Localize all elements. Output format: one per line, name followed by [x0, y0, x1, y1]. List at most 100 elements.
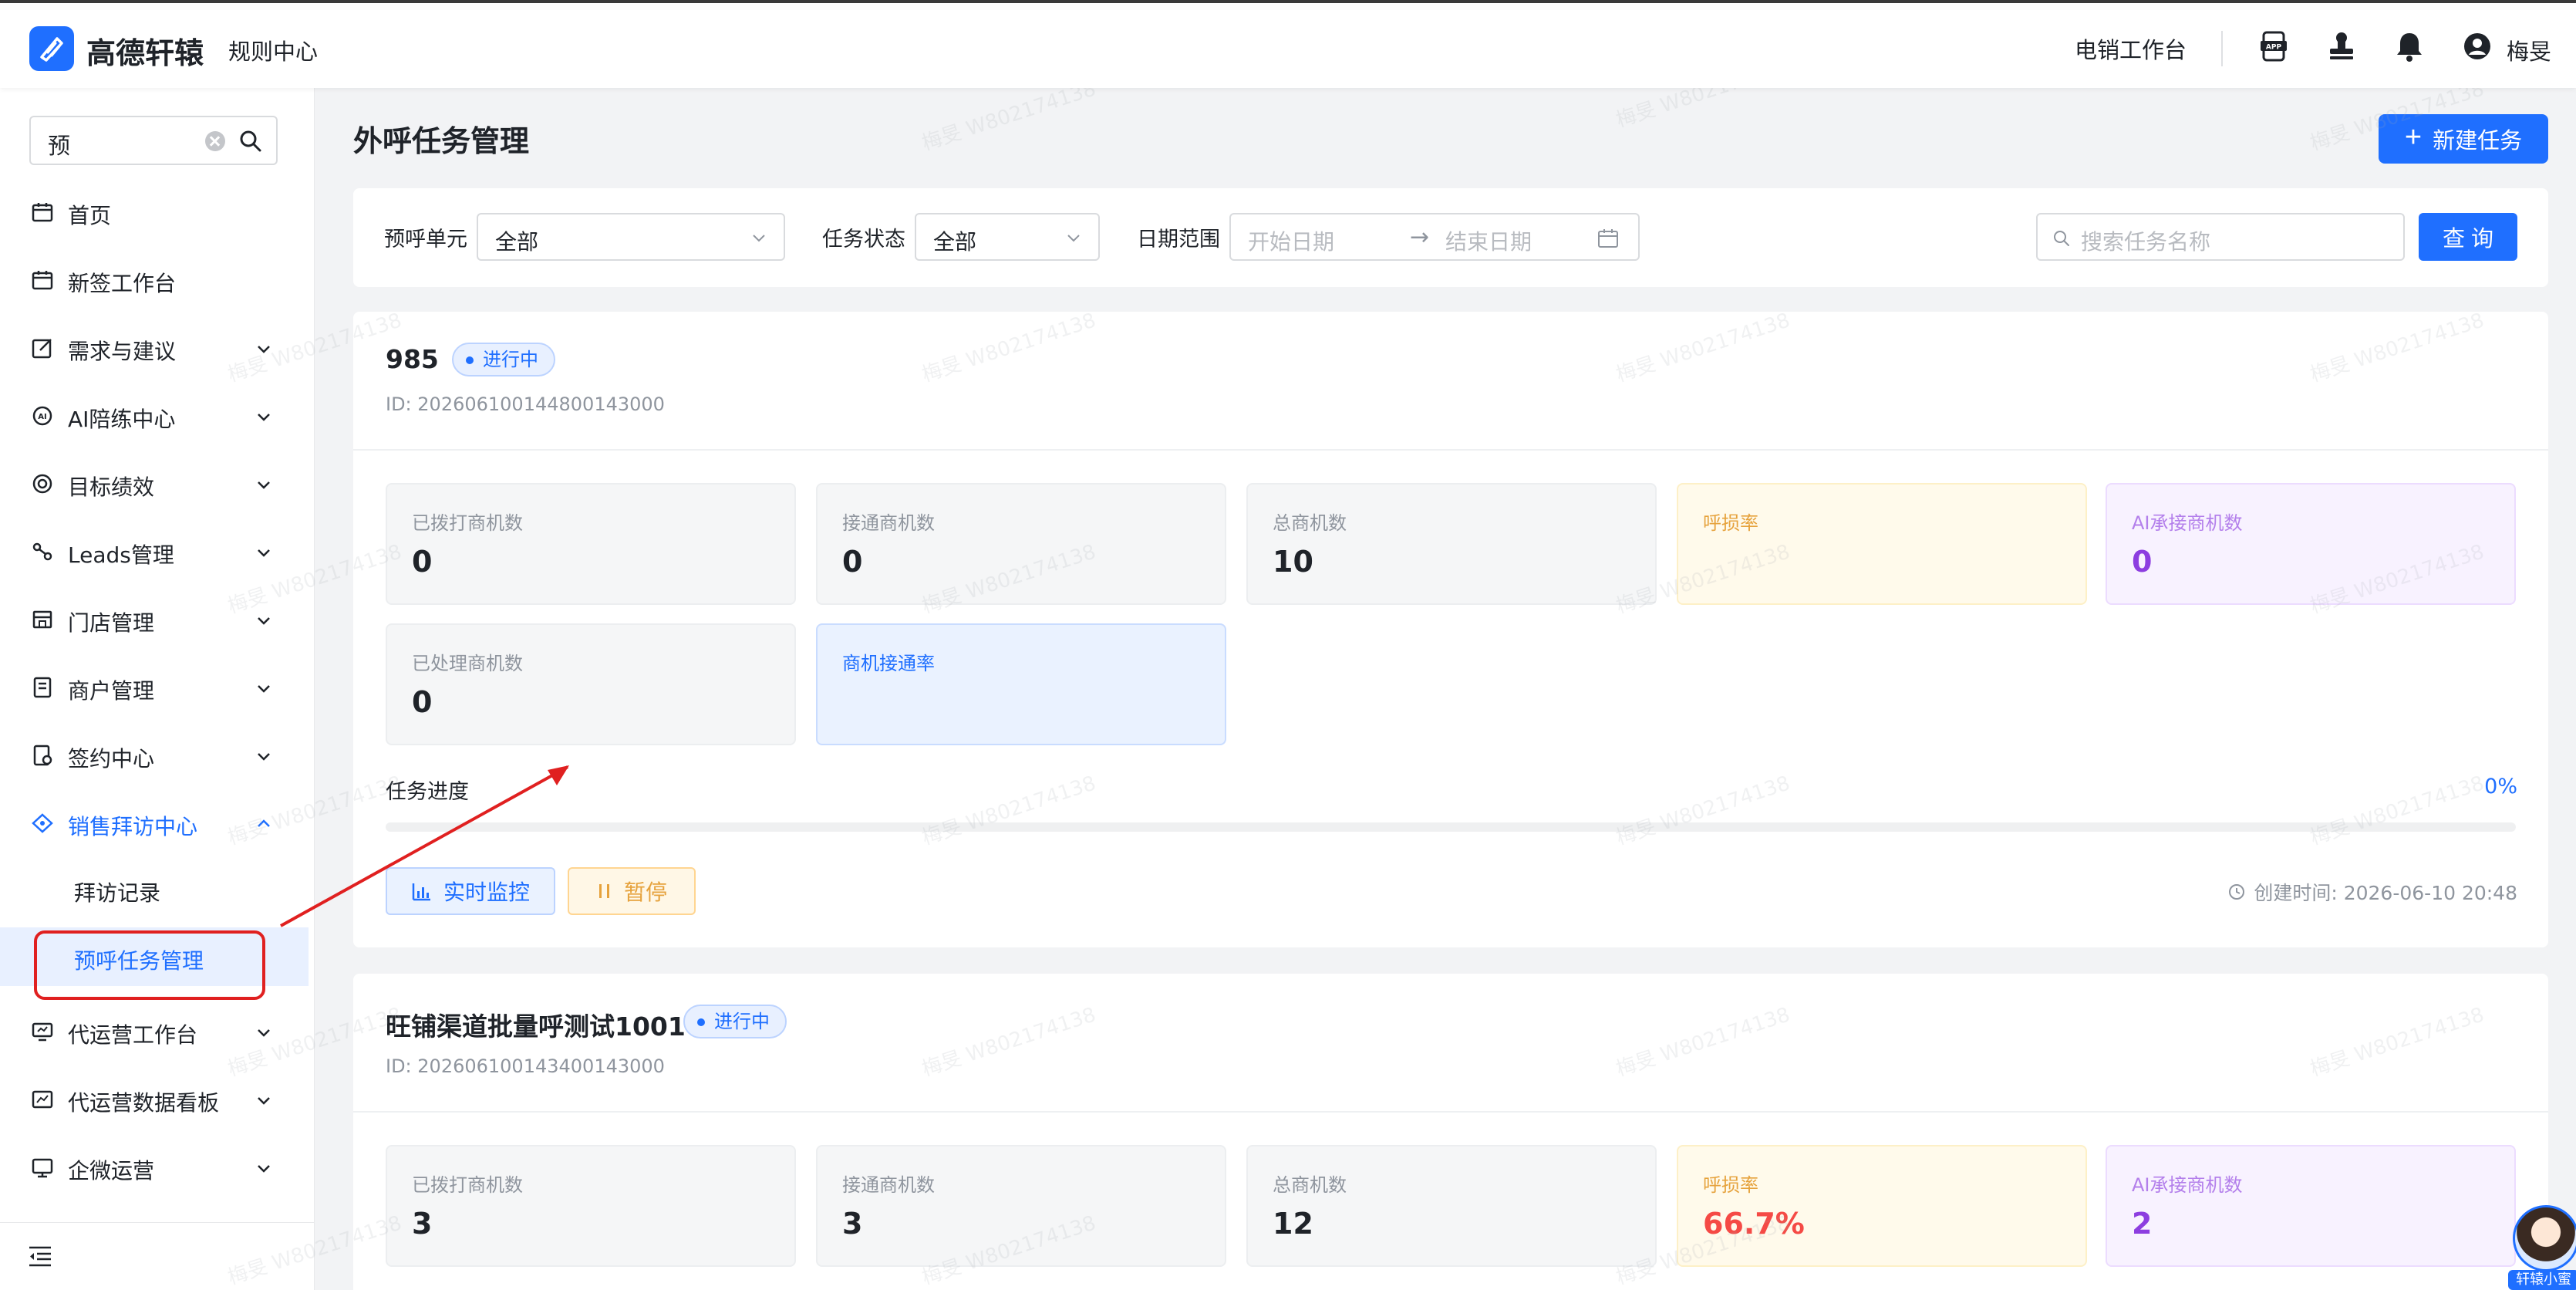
ai-chat-icon: AI — [32, 406, 52, 426]
stat-dialed: 已拨打商机数 3 — [386, 1145, 796, 1267]
stat-label: 总商机数 — [1273, 1174, 1347, 1196]
chevron-down-icon — [258, 1097, 270, 1105]
pause-label: 暂停 — [623, 880, 667, 905]
stat-label: 呼损率 — [1703, 512, 1758, 534]
stat-label: AI承接商机数 — [2132, 1174, 2243, 1196]
sidebar-item-agency-workbench[interactable]: 代运营工作台 — [0, 1005, 315, 1059]
stat-dialed: 已拨打商机数 0 — [386, 483, 796, 605]
sidebar-item-wecom-ops[interactable]: 企微运营 — [0, 1140, 315, 1194]
task-search-input[interactable]: 搜索任务名称 — [2036, 213, 2405, 261]
task-card-header: 旺铺渠道批量呼测试1001 进行中 ID: 202606100143400143… — [353, 974, 2548, 1113]
task-name[interactable]: 旺铺渠道批量呼测试1001 — [386, 1006, 686, 1043]
search-icon[interactable] — [238, 128, 264, 154]
svg-text:AI: AI — [38, 413, 46, 421]
task-id: ID: 20260610014480014300​0 — [386, 393, 665, 415]
sidebar-collapse-button[interactable] — [0, 1222, 315, 1290]
stat-connect-rate: 商机接通率 — [816, 623, 1226, 745]
query-button[interactable]: 查询 — [2419, 213, 2517, 261]
workbench-switch[interactable]: 电销工作台 — [2075, 32, 2187, 65]
chevron-down-icon — [258, 1029, 270, 1037]
leads-icon — [32, 542, 52, 561]
unit-select[interactable]: 全部 — [477, 213, 785, 261]
page-title: 外呼任务管理 — [353, 124, 530, 158]
chevron-down-icon — [258, 753, 270, 761]
stat-label: 已拨打商机数 — [412, 1174, 523, 1196]
progress-bar — [386, 822, 2516, 832]
assistant-label: 轩辕小蜜 — [2508, 1270, 2576, 1290]
stat-connected: 接通商机数 0 — [816, 483, 1226, 605]
bell-icon[interactable] — [2392, 29, 2426, 63]
created-time: 创建时间: 2026-06-10 20:48 — [2227, 878, 2517, 906]
chevron-down-icon — [258, 549, 270, 557]
pause-icon — [598, 884, 609, 898]
chevron-down-icon — [258, 1165, 270, 1173]
sidebar-subitem-visit-records[interactable]: 拜访记录 — [0, 859, 309, 918]
stat-value: 66.7% — [1703, 1207, 1805, 1241]
end-date-input[interactable]: 结束日期 — [1445, 225, 1532, 256]
sidebar-item-target-performance[interactable]: 目标绩效 — [0, 457, 315, 511]
rule-center-link[interactable]: 规则中心 — [228, 34, 318, 66]
chevron-down-icon — [753, 235, 765, 242]
chevron-down-icon — [1067, 235, 1080, 242]
header-divider — [2221, 31, 2223, 66]
task-name[interactable]: 985 — [386, 344, 439, 374]
stat-value: 0 — [2132, 545, 2153, 579]
date-range-label: 日期范围 — [1137, 228, 1220, 252]
stat-ai-handled: AI承接商机数 0 — [2106, 483, 2516, 605]
top-bar: 高德轩辕 规则中心 电销工作台 APP 梅旻 — [0, 0, 2576, 88]
sidebar-item-label: 代运营工作台 — [68, 1022, 198, 1048]
stat-label: 商机接通率 — [842, 653, 935, 674]
chevron-down-icon — [258, 414, 270, 421]
status-select[interactable]: 全部 — [915, 213, 1100, 261]
upload-icon[interactable] — [2325, 29, 2359, 63]
menu-fold-icon — [29, 1246, 51, 1267]
menu-search-input[interactable]: 预 — [29, 116, 278, 165]
svg-text:APP: APP — [2266, 44, 2282, 52]
diamond-icon — [32, 813, 53, 833]
app-download-icon[interactable]: APP — [2257, 29, 2291, 63]
store-icon — [32, 610, 52, 629]
stat-label: 接通商机数 — [842, 512, 935, 534]
pause-button[interactable]: 暂停 — [568, 867, 696, 915]
sidebar-item-label: 销售拜访中心 — [68, 814, 198, 839]
chevron-down-icon — [258, 685, 270, 693]
chevron-down-icon — [258, 481, 270, 489]
sidebar-item-contract[interactable]: 签约中心 — [0, 728, 315, 782]
brand-name: 高德轩辕 — [86, 36, 204, 70]
start-date-input[interactable]: 开始日期 — [1248, 225, 1334, 256]
sidebar-item-label: AI陪练中心 — [68, 407, 176, 432]
chevron-down-icon — [258, 346, 270, 353]
monitor-icon — [32, 1022, 53, 1042]
sidebar-item-label: 企微运营 — [68, 1158, 155, 1184]
user-name[interactable]: 梅旻 — [2507, 34, 2551, 66]
stat-connected: 接通商机数 3 — [816, 1145, 1226, 1267]
sidebar-item-agency-dashboard[interactable]: 代运营数据看板 — [0, 1072, 315, 1126]
sidebar-item-sales-visit[interactable]: 销售拜访中心 — [0, 796, 315, 850]
sidebar-item-ai-training[interactable]: AI AI陪练中心 — [0, 389, 315, 443]
arrow-right-icon: → — [1410, 224, 1430, 251]
sidebar-item-label: 代运营数据看板 — [68, 1090, 220, 1116]
chevron-down-icon — [258, 617, 270, 625]
sidebar-item-home[interactable]: 首页 — [0, 185, 315, 239]
sidebar-item-label: 新签工作台 — [68, 271, 177, 296]
merchant-icon — [33, 677, 52, 698]
user-avatar-icon[interactable] — [2460, 29, 2494, 63]
stat-label: AI承接商机数 — [2132, 512, 2243, 534]
assistant-widget[interactable]: 轩辕小蜜 — [2508, 1205, 2576, 1290]
sidebar-item-new-sign-workbench[interactable]: 新签工作台 — [0, 253, 315, 307]
date-range-picker[interactable]: 开始日期 → 结束日期 — [1229, 213, 1640, 261]
sidebar-item-merchant[interactable]: 商户管理 — [0, 660, 315, 714]
stat-value: 0 — [412, 545, 433, 579]
task-search-placeholder: 搜索任务名称 — [2081, 229, 2211, 255]
new-task-button[interactable]: + 新建任务 — [2379, 114, 2548, 164]
filter-bar: 预呼单元 全部 任务状态 全部 日期范围 开始日期 → 结束日期 搜索任务名称 … — [353, 188, 2548, 287]
sidebar-item-feedback[interactable]: 需求与建议 — [0, 321, 315, 375]
sidebar-item-store[interactable]: 门店管理 — [0, 593, 315, 647]
sidebar-item-label: 商户管理 — [68, 678, 155, 704]
clear-icon[interactable] — [205, 131, 225, 151]
brand-logo-icon[interactable] — [29, 26, 74, 71]
sidebar-item-label: Leads管理 — [68, 542, 174, 568]
sidebar-item-leads[interactable]: Leads管理 — [0, 525, 315, 579]
calendar-icon — [1598, 229, 1618, 248]
stat-value: 0 — [412, 685, 433, 719]
